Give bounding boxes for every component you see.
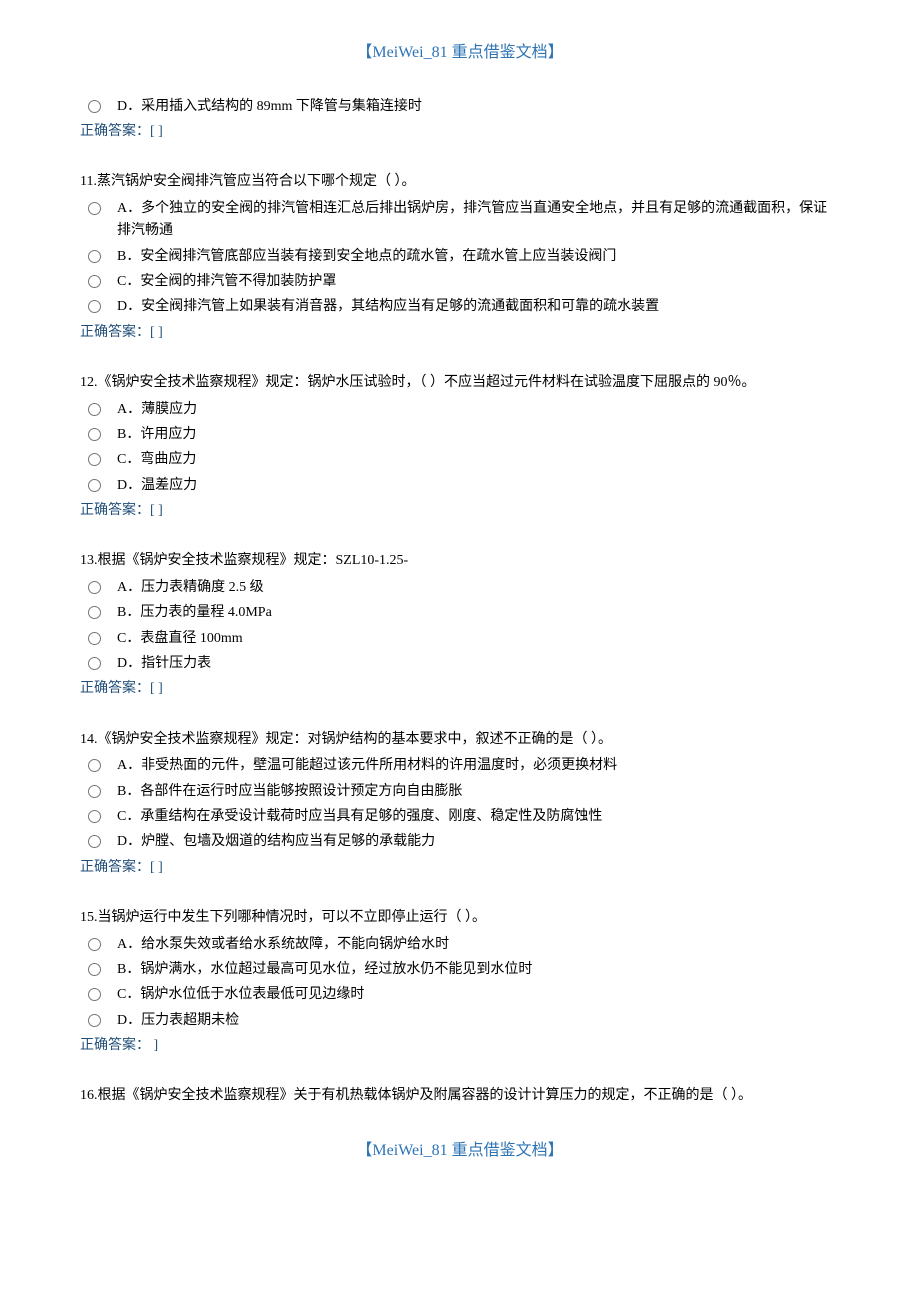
option-radio[interactable] — [88, 300, 101, 313]
question-block: 15.当锅炉运行中发生下列哪种情况时，可以不立即停止运行（ ）。 A．给水泵失效或… — [80, 907, 840, 1057]
option-text: A．多个独立的安全阀的排汽管相连汇总后排出锅炉房，排汽管应当直通安全地点，并且有… — [117, 198, 840, 243]
option-radio[interactable] — [88, 963, 101, 976]
option-text: A．给水泵失效或者给水系统故障，不能向锅炉给水时 — [117, 934, 840, 956]
option-radio[interactable] — [88, 759, 101, 772]
option-radio[interactable] — [88, 606, 101, 619]
option-radio[interactable] — [88, 479, 101, 492]
option-row: B．各部件在运行时应当能够按照设计预定方向自由膨胀 — [80, 781, 840, 803]
option-radio[interactable] — [88, 275, 101, 288]
option-row: D．安全阀排汽管上如果装有消音器，其结构应当有足够的流通截面积和可靠的疏水装置 — [80, 296, 840, 318]
option-text: B．许用应力 — [117, 424, 840, 446]
option-text: C．弯曲应力 — [117, 449, 840, 471]
option-row: B．安全阀排汽管底部应当装有接到安全地点的疏水管，在疏水管上应当装设阀门 — [80, 246, 840, 268]
option-row: D．炉膛、包墙及烟道的结构应当有足够的承载能力 — [80, 831, 840, 853]
option-radio[interactable] — [88, 657, 101, 670]
option-text: B．压力表的量程 4.0MPa — [117, 602, 840, 624]
option-row: C．表盘直径 100mm — [80, 628, 840, 650]
option-row: A．压力表精确度 2.5 级 — [80, 577, 840, 599]
option-row: A．非受热面的元件，壁温可能超过该元件所用材料的许用温度时，必须更换材料 — [80, 755, 840, 777]
question-stem: 13.根据《锅炉安全技术监察规程》规定：SZL10-1.25- — [80, 550, 840, 572]
option-row: C．弯曲应力 — [80, 449, 840, 471]
question-stem: 12.《锅炉安全技术监察规程》规定：锅炉水压试验时，（ ）不应当超过元件材料在试… — [80, 372, 840, 394]
option-row: A．多个独立的安全阀的排汽管相连汇总后排出锅炉房，排汽管应当直通安全地点，并且有… — [80, 198, 840, 243]
option-row: B．锅炉满水，水位超过最高可见水位，经过放水仍不能见到水位时 — [80, 959, 840, 981]
option-radio[interactable] — [88, 835, 101, 848]
option-text: B．安全阀排汽管底部应当装有接到安全地点的疏水管，在疏水管上应当装设阀门 — [117, 246, 840, 268]
option-text: C．锅炉水位低于水位表最低可见边缘时 — [117, 984, 840, 1006]
question-block: 11.蒸汽锅炉安全阀排汽管应当符合以下哪个规定（ ）。 A．多个独立的安全阀的排汽… — [80, 171, 840, 344]
option-row: C．锅炉水位低于水位表最低可见边缘时 — [80, 984, 840, 1006]
answer-label: 正确答案：[ ] — [80, 500, 840, 522]
option-text: A．压力表精确度 2.5 级 — [117, 577, 840, 599]
option-radio[interactable] — [88, 632, 101, 645]
option-radio[interactable] — [88, 428, 101, 441]
option-radio[interactable] — [88, 938, 101, 951]
option-text: D．温差应力 — [117, 475, 840, 497]
option-radio[interactable] — [88, 403, 101, 416]
option-radio[interactable] — [88, 453, 101, 466]
option-row: D．压力表超期未检 — [80, 1010, 840, 1032]
question-stem: 11.蒸汽锅炉安全阀排汽管应当符合以下哪个规定（ ）。 — [80, 171, 840, 193]
option-radio[interactable] — [88, 988, 101, 1001]
option-radio[interactable] — [88, 785, 101, 798]
answer-label: 正确答案：[ ] — [80, 678, 840, 700]
option-text: A．非受热面的元件，壁温可能超过该元件所用材料的许用温度时，必须更换材料 — [117, 755, 840, 777]
option-text: C．安全阀的排汽管不得加装防护罩 — [117, 271, 840, 293]
option-radio[interactable] — [88, 810, 101, 823]
option-text: D．指针压力表 — [117, 653, 840, 675]
option-text: C．表盘直径 100mm — [117, 628, 840, 650]
option-row: B．压力表的量程 4.0MPa — [80, 602, 840, 624]
option-radio[interactable] — [88, 250, 101, 263]
option-radio[interactable] — [88, 1014, 101, 1027]
option-text: B．各部件在运行时应当能够按照设计预定方向自由膨胀 — [117, 781, 840, 803]
question-block: 13.根据《锅炉安全技术监察规程》规定：SZL10-1.25- A．压力表精确度 … — [80, 550, 840, 700]
option-text: D．采用插入式结构的 89mm 下降管与集箱连接时 — [117, 96, 840, 118]
question-block: 14.《锅炉安全技术监察规程》规定：对锅炉结构的基本要求中，叙述不正确的是（ ）… — [80, 729, 840, 879]
answer-label: 正确答案： ] — [80, 1035, 840, 1057]
answer-label: 正确答案：[ ] — [80, 121, 840, 143]
question-block: 16.根据《锅炉安全技术监察规程》关于有机热载体锅炉及附属容器的设计计算压力的规… — [80, 1085, 840, 1107]
option-row: A．给水泵失效或者给水系统故障，不能向锅炉给水时 — [80, 934, 840, 956]
option-text: D．压力表超期未检 — [117, 1010, 840, 1032]
option-radio[interactable] — [88, 202, 101, 215]
option-text: D．安全阀排汽管上如果装有消音器，其结构应当有足够的流通截面积和可靠的疏水装置 — [117, 296, 840, 318]
page-header: 【MeiWei_81 重点借鉴文档】 — [80, 40, 840, 66]
page-footer: 【MeiWei_81 重点借鉴文档】 — [80, 1138, 840, 1164]
answer-label: 正确答案：[ ] — [80, 322, 840, 344]
question-block: 12.《锅炉安全技术监察规程》规定：锅炉水压试验时，（ ）不应当超过元件材料在试… — [80, 372, 840, 522]
answer-label: 正确答案：[ ] — [80, 857, 840, 879]
option-text: D．炉膛、包墙及烟道的结构应当有足够的承载能力 — [117, 831, 840, 853]
option-radio[interactable] — [88, 581, 101, 594]
option-row: D．采用插入式结构的 89mm 下降管与集箱连接时 — [80, 96, 840, 118]
leading-option-block: D．采用插入式结构的 89mm 下降管与集箱连接时 正确答案：[ ] — [80, 96, 840, 144]
option-row: A．薄膜应力 — [80, 399, 840, 421]
option-row: C．安全阀的排汽管不得加装防护罩 — [80, 271, 840, 293]
option-text: B．锅炉满水，水位超过最高可见水位，经过放水仍不能见到水位时 — [117, 959, 840, 981]
option-text: C．承重结构在承受设计载荷时应当具有足够的强度、刚度、稳定性及防腐蚀性 — [117, 806, 840, 828]
question-stem: 16.根据《锅炉安全技术监察规程》关于有机热载体锅炉及附属容器的设计计算压力的规… — [80, 1085, 840, 1107]
option-text: A．薄膜应力 — [117, 399, 840, 421]
option-row: B．许用应力 — [80, 424, 840, 446]
option-row: D．指针压力表 — [80, 653, 840, 675]
option-row: D．温差应力 — [80, 475, 840, 497]
option-row: C．承重结构在承受设计载荷时应当具有足够的强度、刚度、稳定性及防腐蚀性 — [80, 806, 840, 828]
option-radio[interactable] — [88, 100, 101, 113]
question-stem: 14.《锅炉安全技术监察规程》规定：对锅炉结构的基本要求中，叙述不正确的是（ ）… — [80, 729, 840, 751]
question-stem: 15.当锅炉运行中发生下列哪种情况时，可以不立即停止运行（ ）。 — [80, 907, 840, 929]
